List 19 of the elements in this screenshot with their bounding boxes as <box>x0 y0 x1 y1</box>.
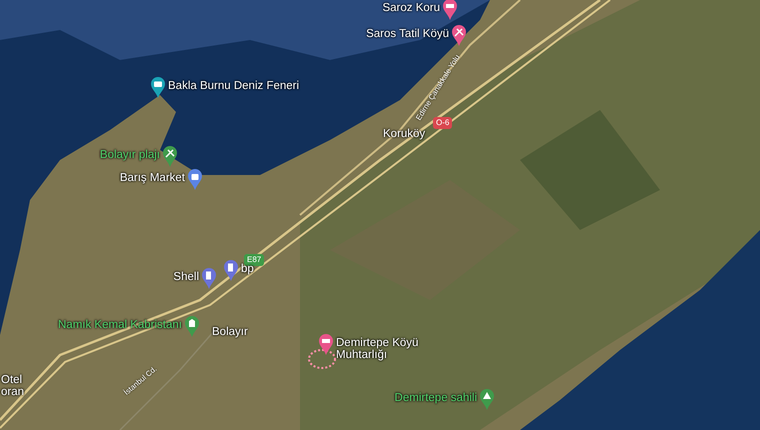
map-pin[interactable] <box>442 0 458 20</box>
map-pin[interactable] <box>162 145 178 167</box>
place-label: Demirtepe sahili <box>394 392 477 404</box>
locality-label: Koruköy <box>383 128 426 140</box>
map-pin[interactable] <box>451 24 467 46</box>
map-pin[interactable] <box>150 76 166 98</box>
route-shield: E87 <box>244 254 264 266</box>
route-shield: O-6 <box>433 117 452 129</box>
place-label: Bakla Burnu Deniz Feneri <box>168 80 300 92</box>
place-label: bp <box>241 263 254 275</box>
place-label: Demirtepe Köyü Muhtarlığı <box>336 337 420 361</box>
locality-label: Otel oran <box>1 374 26 398</box>
place-label: Saroz Koru <box>382 2 440 14</box>
place-label: Bolayır plajı <box>100 149 160 161</box>
place-label: Saros Tatil Köyü <box>366 28 449 40</box>
place-label: Shell <box>173 271 199 283</box>
map-pin[interactable] <box>187 168 203 190</box>
locality-label: Bolayır <box>212 326 248 338</box>
place-label: Barış Market <box>120 172 185 184</box>
